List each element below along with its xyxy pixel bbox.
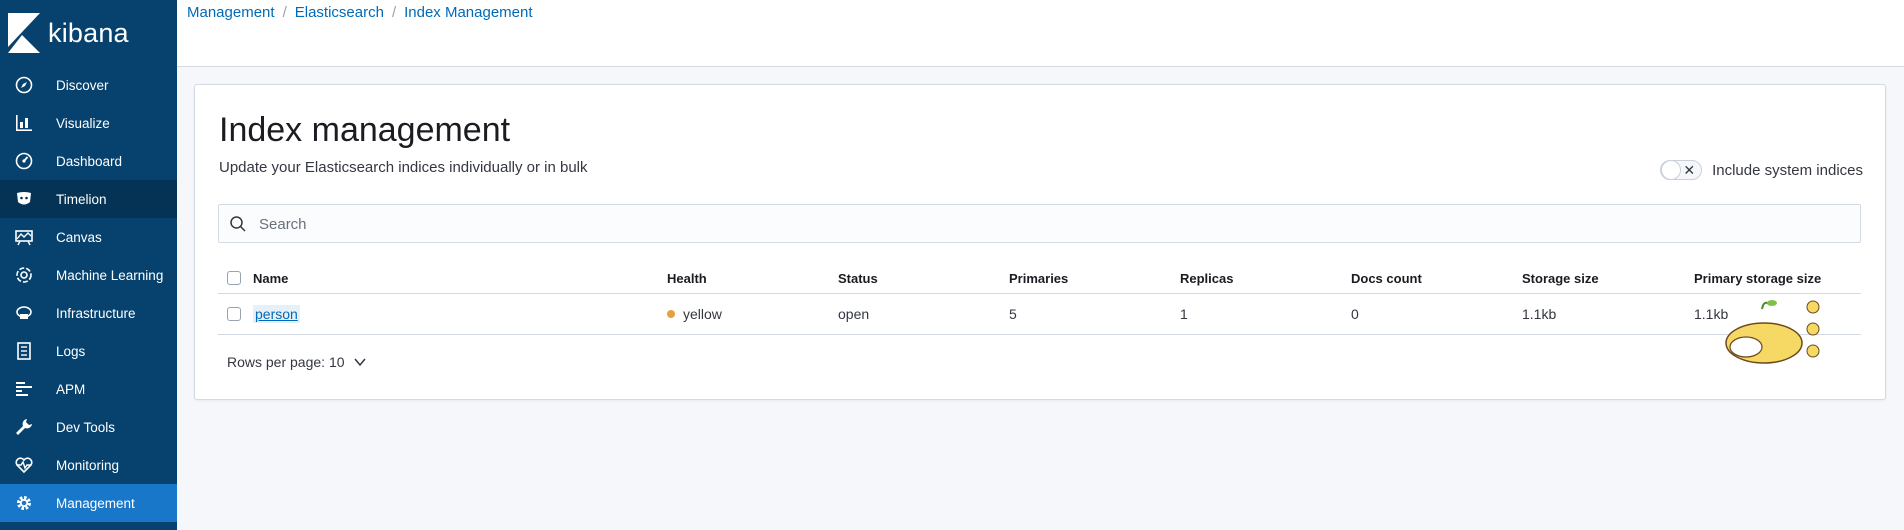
health-cell: yellow [667,294,722,334]
canvas-icon [14,227,34,247]
sidebar-item-logs[interactable]: Logs [0,332,177,370]
breadcrumb: Management / Elasticsearch / Index Managemen… [187,4,533,21]
wrench-icon [14,417,34,437]
compass-icon [14,75,34,95]
include-system-indices-toggle[interactable]: ✕ Include system indices [1660,160,1863,180]
toggle-switch[interactable]: ✕ [1660,160,1703,180]
apm-icon [14,379,34,399]
sidebar-item-label: Logs [56,343,86,359]
sidebar-item-machine-learning[interactable]: Machine Learning [0,256,177,294]
sidebar-item-apm[interactable]: APM [0,370,177,408]
toggle-knob [1661,160,1682,180]
timelion-icon [14,189,34,209]
breadcrumb-elasticsearch[interactable]: Elasticsearch [295,4,384,21]
breadcrumb-management[interactable]: Management [187,4,275,21]
health-value: yellow [683,306,722,322]
logo-text: kibana [48,17,129,48]
floating-mascot-sticker[interactable] [1716,285,1826,367]
sidebar-item-label: Monitoring [56,457,120,473]
page-title: Index management [219,111,511,149]
sidebar-item-visualize[interactable]: Visualize [0,104,177,142]
infrastructure-icon [14,303,34,323]
docs-count-cell: 0 [1351,306,1359,322]
column-header-storage-size[interactable]: Storage size [1522,263,1599,293]
chevron-down-icon [353,358,366,367]
sidebar-item-infrastructure[interactable]: Infrastructure [0,294,177,332]
replicas-cell: 1 [1180,306,1188,322]
index-name-cell: person [253,294,300,334]
storage-size-cell: 1.1kb [1522,306,1557,322]
row-checkbox-cell [227,294,241,334]
machine-learning-icon [14,265,34,285]
sidebar-item-label: Canvas [56,229,102,245]
close-icon: ✕ [1683,162,1696,178]
rows-per-page-label: Rows per page: 10 [227,354,345,370]
toggle-label: Include system indices [1712,161,1863,179]
sidebar-item-management[interactable]: Management [0,484,177,522]
sidebar-item-discover[interactable]: Discover [0,66,177,104]
breadcrumb-index-management[interactable]: Index Management [404,4,532,21]
sidebar-item-label: Discover [56,77,109,93]
logs-icon [14,341,34,361]
column-header-docs-count[interactable]: Docs count [1351,263,1422,293]
health-status-dot-icon [667,310,675,318]
sidebar-item-dashboard[interactable]: Dashboard [0,142,177,180]
search-input[interactable] [257,205,1851,244]
breadcrumb-separator: / [391,4,397,21]
column-header-health[interactable]: Health [667,263,707,293]
sidebar-item-label: Dev Tools [56,419,116,435]
search-icon [230,216,246,232]
top-header: Management / Elasticsearch / Index Managemen… [177,0,1904,67]
column-header-status[interactable]: Status [838,263,878,293]
sidebar-item-label: APM [56,381,86,397]
search-box [218,204,1861,244]
index-management-panel: Index management Update your Elasticsear… [194,84,1886,400]
table-header: Name Health Status Primaries Replicas Do… [218,263,1861,294]
bar-chart-icon [14,113,34,133]
kibana-logo-icon [8,13,40,53]
sidebar-nav: Discover Visualize Dashboard Timelion Ca… [0,66,177,522]
primaries-cell: 5 [1009,306,1017,322]
dashboard-icon [14,151,34,171]
gear-icon [14,493,34,513]
sidebar-item-label: Visualize [56,115,110,131]
monitoring-icon [14,455,34,475]
table-row: person yellow open 5 1 0 1.1kb 1.1kb [218,294,1861,335]
column-header-primaries[interactable]: Primaries [1009,263,1068,293]
status-cell: open [838,306,870,322]
sidebar-item-label: Management [56,495,135,511]
sidebar-item-monitoring[interactable]: Monitoring [0,446,177,484]
sidebar-item-label: Infrastructure [56,305,136,321]
column-header-replicas[interactable]: Replicas [1180,263,1233,293]
select-all-checkbox-cell [227,263,241,293]
select-all-checkbox[interactable] [227,271,241,285]
rows-per-page-selector[interactable]: Rows per page: 10 [227,354,367,370]
sidebar-item-label: Timelion [56,191,107,207]
sidebar-item-label: Dashboard [56,153,123,169]
page-subtitle: Update your Elasticsearch indices indivi… [219,159,588,176]
index-name-link[interactable]: person [253,305,300,323]
sidebar-item-timelion[interactable]: Timelion [0,180,177,218]
sidebar-item-canvas[interactable]: Canvas [0,218,177,256]
sidebar-item-dev-tools[interactable]: Dev Tools [0,408,177,446]
sidebar-item-label: Machine Learning [56,267,164,283]
kibana-logo[interactable]: kibana [0,0,177,66]
column-header-name[interactable]: Name [253,263,288,293]
row-checkbox[interactable] [227,307,241,321]
breadcrumb-separator: / [282,4,287,21]
sidebar: kibana Discover Visualize Dashboard Time… [0,0,177,530]
